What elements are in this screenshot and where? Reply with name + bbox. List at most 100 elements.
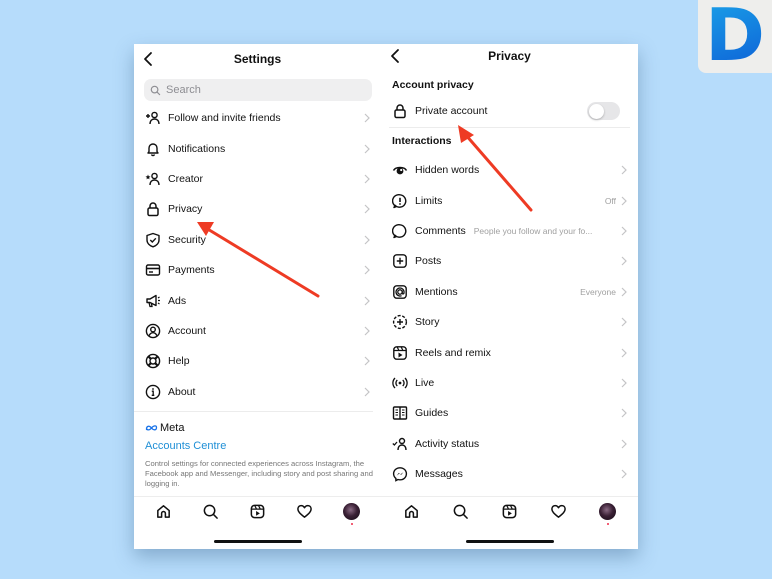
privacy-screen: Privacy Account privacy Private account …: [381, 44, 638, 549]
settings-item-label: Follow and invite friends: [168, 112, 281, 125]
chevron-right-icon: [621, 317, 627, 327]
chevron-right-icon: [364, 356, 370, 366]
privacy-item-label: Mentions: [415, 285, 458, 298]
meta-logo-text: Meta: [160, 421, 185, 434]
privacy-item-label: Story: [415, 316, 440, 329]
tab-activity[interactable]: [296, 502, 314, 520]
back-arrow-icon[interactable]: [140, 50, 158, 68]
privacy-item-reels-and-remix[interactable]: Reels and remix: [381, 337, 638, 367]
privacy-item-guides[interactable]: Guides: [381, 398, 638, 428]
privacy-item-mentions[interactable]: Mentions Everyone: [381, 277, 638, 307]
settings-item-notifications[interactable]: Notifications: [134, 133, 381, 163]
settings-item-help[interactable]: Help: [134, 346, 381, 376]
eye-icon: [391, 161, 409, 179]
tab-home[interactable]: [403, 502, 421, 520]
bottom-tab-bar: [381, 496, 638, 525]
tab-search[interactable]: [452, 502, 470, 520]
tab-profile[interactable]: [599, 502, 617, 525]
back-arrow-icon[interactable]: [387, 47, 405, 65]
page-title: Privacy: [488, 49, 531, 63]
home-icon: [405, 504, 418, 518]
privacy-item-limits[interactable]: Limits Off: [381, 185, 638, 215]
chevron-right-icon: [621, 196, 627, 206]
settings-item-creator[interactable]: Creator: [134, 164, 381, 194]
tab-activity[interactable]: [550, 502, 568, 520]
chevron-right-icon: [621, 256, 627, 266]
privacy-item-live[interactable]: Live: [381, 368, 638, 398]
megaphone-icon: [144, 292, 162, 310]
account-circle-icon: [144, 322, 162, 340]
chevron-right-icon: [621, 348, 627, 357]
settings-item-label: Account: [168, 324, 206, 337]
search-icon: [150, 85, 161, 95]
activity-status-icon: [391, 435, 409, 453]
private-account-toggle[interactable]: [587, 102, 620, 120]
privacy-item-hidden-words[interactable]: Hidden words: [381, 155, 638, 185]
heart-icon: [297, 504, 312, 518]
settings-item-label: Privacy: [168, 203, 203, 216]
settings-header: Settings: [134, 44, 381, 74]
privacy-item-label: Reels and remix: [415, 346, 491, 359]
privacy-item-posts[interactable]: Posts: [381, 246, 638, 276]
chevron-right-icon: [364, 235, 370, 245]
accounts-centre-link[interactable]: Accounts Centre: [145, 440, 226, 452]
privacy-list: Hidden words Limits Off Comments People you …: [381, 155, 638, 489]
privacy-item-activity-status[interactable]: Activity status: [381, 429, 638, 459]
privacy-header: Privacy: [381, 44, 638, 68]
chevron-right-icon: [364, 204, 370, 214]
accounts-centre-description: Control settings for connected experienc…: [145, 458, 373, 488]
settings-item-payments[interactable]: Payments: [134, 255, 381, 285]
privacy-item-label: Comments: [415, 224, 466, 237]
brand-logo-letter: D: [705, 0, 765, 77]
chevron-right-icon: [621, 408, 627, 418]
meta-accounts-block: Meta Accounts Centre Control settings fo…: [134, 412, 381, 489]
tab-search[interactable]: [202, 502, 220, 520]
chevron-right-icon: [364, 387, 370, 397]
limits-icon: [391, 192, 409, 210]
privacy-item-messages[interactable]: Messages: [381, 459, 638, 489]
settings-item-privacy[interactable]: Privacy: [134, 194, 381, 224]
meta-infinity-icon: [145, 425, 158, 431]
chevron-right-icon: [364, 296, 370, 305]
settings-item-account[interactable]: Account: [134, 316, 381, 346]
settings-item-about[interactable]: About: [134, 377, 381, 407]
privacy-item-comments[interactable]: Comments People you follow and your fo...: [381, 216, 638, 246]
plus-square-icon: [391, 252, 409, 270]
settings-item-ads[interactable]: Ads: [134, 285, 381, 315]
bell-icon: [144, 140, 162, 158]
search-input[interactable]: [166, 84, 346, 96]
privacy-item-story[interactable]: Story: [381, 307, 638, 337]
home-indicator: [465, 540, 554, 543]
privacy-item-label: Live: [415, 376, 435, 389]
chevron-right-icon: [621, 378, 627, 388]
search-icon: [203, 504, 218, 519]
notification-dot: [350, 522, 353, 525]
privacy-item-label: Activity status: [415, 437, 480, 450]
tab-profile[interactable]: [343, 502, 361, 525]
profile-avatar: [343, 502, 360, 520]
chevron-right-icon: [364, 265, 370, 275]
lock-icon: [144, 200, 162, 218]
privacy-item-value: Off: [604, 195, 616, 206]
settings-item-security[interactable]: Security: [134, 225, 381, 255]
chevron-right-icon: [364, 326, 370, 336]
at-sign-icon: [391, 283, 409, 301]
chevron-right-icon: [364, 144, 370, 154]
bottom-tab-bar: [134, 496, 381, 525]
settings-item-label: Security: [168, 233, 206, 246]
privacy-item-label: Hidden words: [415, 164, 480, 177]
privacy-item-value: Everyone: [580, 286, 616, 297]
chevron-right-icon: [364, 113, 370, 123]
home-icon: [157, 504, 170, 518]
search-bar[interactable]: [144, 79, 372, 101]
privacy-item-value: People you follow and your fo...: [473, 225, 593, 236]
tab-reels[interactable]: [501, 502, 519, 520]
reels-icon: [391, 344, 409, 362]
tab-reels[interactable]: [249, 502, 267, 520]
tab-home[interactable]: [155, 502, 173, 520]
privacy-item-label: Guides: [415, 407, 449, 420]
privacy-item-label: Posts: [415, 255, 442, 268]
settings-item-label: Ads: [168, 294, 187, 307]
settings-item-follow-and-invite-friends[interactable]: Follow and invite friends: [134, 103, 381, 133]
settings-item-label: Notifications: [168, 142, 226, 155]
